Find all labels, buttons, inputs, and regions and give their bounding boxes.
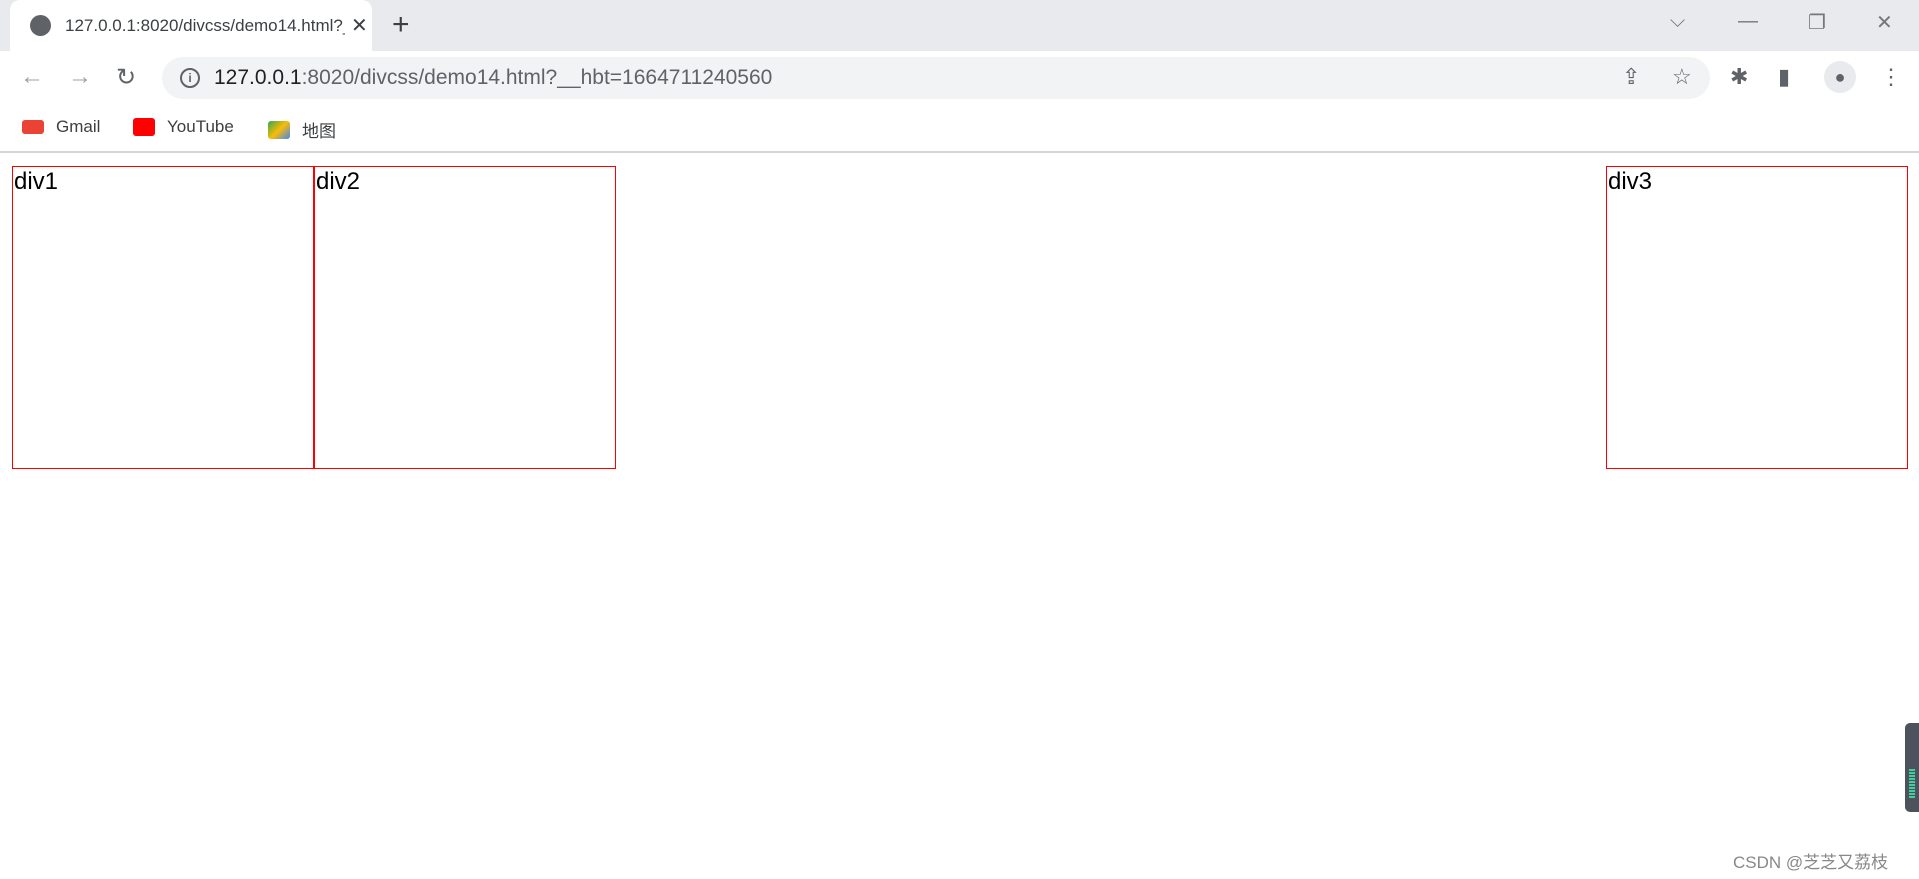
tab-active[interactable]: 127.0.0.1:8020/divcss/demo14.html?__hbt=… [10, 0, 372, 51]
bookmark-label: 地图 [302, 122, 336, 141]
bookmark-label: Gmail [56, 117, 101, 136]
forward-button[interactable]: → [68, 63, 92, 91]
div2-label: div2 [316, 168, 361, 195]
gmail-icon [22, 120, 44, 134]
reload-button[interactable]: ↻ [116, 63, 136, 92]
close-tab-icon[interactable]: ✕ [351, 13, 368, 38]
profile-avatar[interactable]: ● [1824, 61, 1856, 93]
div3-label: div3 [1608, 168, 1653, 195]
floating-meter-widget[interactable] [1905, 723, 1919, 812]
bookmark-gmail[interactable]: Gmail [22, 117, 100, 137]
close-window-button[interactable]: ✕ [1876, 10, 1893, 35]
restore-button[interactable]: ❐ [1808, 10, 1826, 35]
bookmark-label: YouTube [167, 117, 234, 136]
tab-strip: 127.0.0.1:8020/divcss/demo14.html?__hbt=… [0, 0, 1919, 51]
bookmarks-bar: Gmail YouTube 地图 [0, 103, 1919, 153]
tab-title: 127.0.0.1:8020/divcss/demo14.html?__hbt=… [65, 15, 345, 35]
div3-box: div3 [1606, 166, 1908, 469]
address-bar[interactable]: i 127.0.0.1:8020/divcss/demo14.html?__hb… [162, 57, 1710, 99]
bookmark-youtube[interactable]: YouTube [133, 117, 234, 137]
maps-icon [268, 120, 290, 139]
tab-search-icon[interactable]: ⌵ [1670, 10, 1685, 33]
globe-icon [30, 15, 51, 36]
bookmark-star-icon[interactable]: ☆ [1672, 64, 1692, 90]
minimize-button[interactable]: — [1738, 10, 1758, 33]
div1-label: div1 [14, 168, 59, 195]
menu-icon[interactable]: ⋮ [1880, 64, 1902, 90]
bookmark-maps[interactable]: 地图 [268, 117, 336, 142]
back-button[interactable]: ← [20, 63, 44, 91]
extensions-icon[interactable]: ✱ [1730, 64, 1748, 90]
url-host: 127.0.0.1 [214, 66, 302, 89]
level-meter-icon [1909, 769, 1915, 799]
toolbar: ← → ↻ i 127.0.0.1:8020/divcss/demo14.htm… [0, 51, 1919, 103]
share-icon[interactable]: ⇪ [1622, 64, 1640, 90]
watermark: CSDN @芝芝又荔枝 [1733, 853, 1889, 872]
div2-box: div2 [314, 166, 616, 469]
div1-box: div1 [12, 166, 314, 469]
youtube-icon [133, 118, 155, 136]
side-panel-icon[interactable]: ▮ [1778, 64, 1790, 90]
info-icon[interactable]: i [180, 68, 200, 88]
new-tab-button[interactable]: + [392, 10, 410, 40]
url-path: :8020/divcss/demo14.html?__hbt=166471124… [301, 66, 773, 89]
